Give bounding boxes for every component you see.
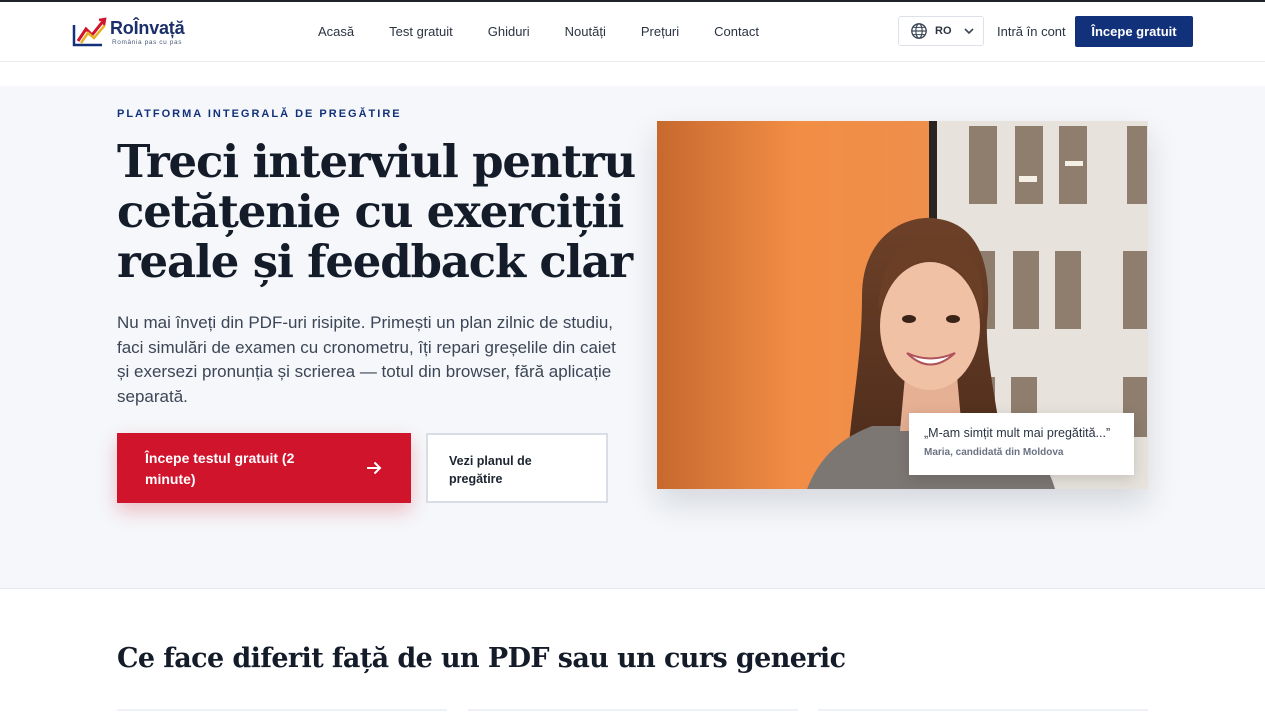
start-free-button[interactable]: Începe gratuit: [1075, 16, 1193, 47]
view-plan-button[interactable]: Vezi planul de pregătire: [426, 433, 608, 503]
arrow-right-icon: [367, 461, 382, 475]
testimonial-author: Maria, candidată din Moldova: [924, 447, 1064, 458]
hero-lead: Nu mai înveți din PDF-uri risipite. Prim…: [117, 313, 616, 406]
nav-item-ghiduri[interactable]: Ghiduri: [488, 24, 530, 39]
globe-icon: [911, 23, 927, 39]
card-top-border: [468, 709, 798, 711]
nav-item-acasa[interactable]: Acasă: [318, 24, 354, 39]
nav-item-noutati[interactable]: Noutăți: [565, 24, 606, 39]
logo-name: RoÎnvață: [110, 18, 185, 38]
main-nav: Acasă Test gratuit Ghiduri Noutăți Prețu…: [300, 2, 794, 61]
card-top-border: [117, 709, 447, 711]
view-plan-label: Vezi planul de pregătire: [449, 454, 532, 486]
start-test-button[interactable]: Începe testul gratuit (2 minute): [117, 433, 411, 503]
nav-item-contact[interactable]: Contact: [714, 24, 759, 39]
logo[interactable]: RoÎnvață România pas cu pas: [72, 15, 192, 49]
chevron-down-icon: [963, 28, 974, 35]
testimonial-quote: „M-am simțit mult mai pregătită...”: [924, 426, 1111, 440]
login-link[interactable]: Intră în cont: [997, 24, 1066, 39]
testimonial-card: „M-am simțit mult mai pregătită...” Mari…: [909, 413, 1134, 475]
nav-item-preturi[interactable]: Prețuri: [641, 24, 679, 39]
language-selector[interactable]: RO: [898, 16, 984, 46]
hero-eyebrow: PLATFORMA INTEGRALĂ DE PREGĂTIRE: [117, 108, 402, 120]
start-test-label: Începe testul gratuit (2 minute): [145, 450, 295, 487]
site-header: RoÎnvață România pas cu pas Acasă Test g…: [0, 2, 1265, 62]
card-top-border: [818, 709, 1148, 711]
hero-title: Treci interviul pentru cetățenie cu exer…: [117, 135, 636, 288]
section-title: Ce face diferit față de un PDF sau un cu…: [117, 643, 846, 674]
logo-tagline: România pas cu pas: [112, 39, 183, 46]
language-code: RO: [935, 25, 952, 37]
logo-icon: [72, 17, 107, 47]
nav-item-test-gratuit[interactable]: Test gratuit: [389, 24, 453, 39]
